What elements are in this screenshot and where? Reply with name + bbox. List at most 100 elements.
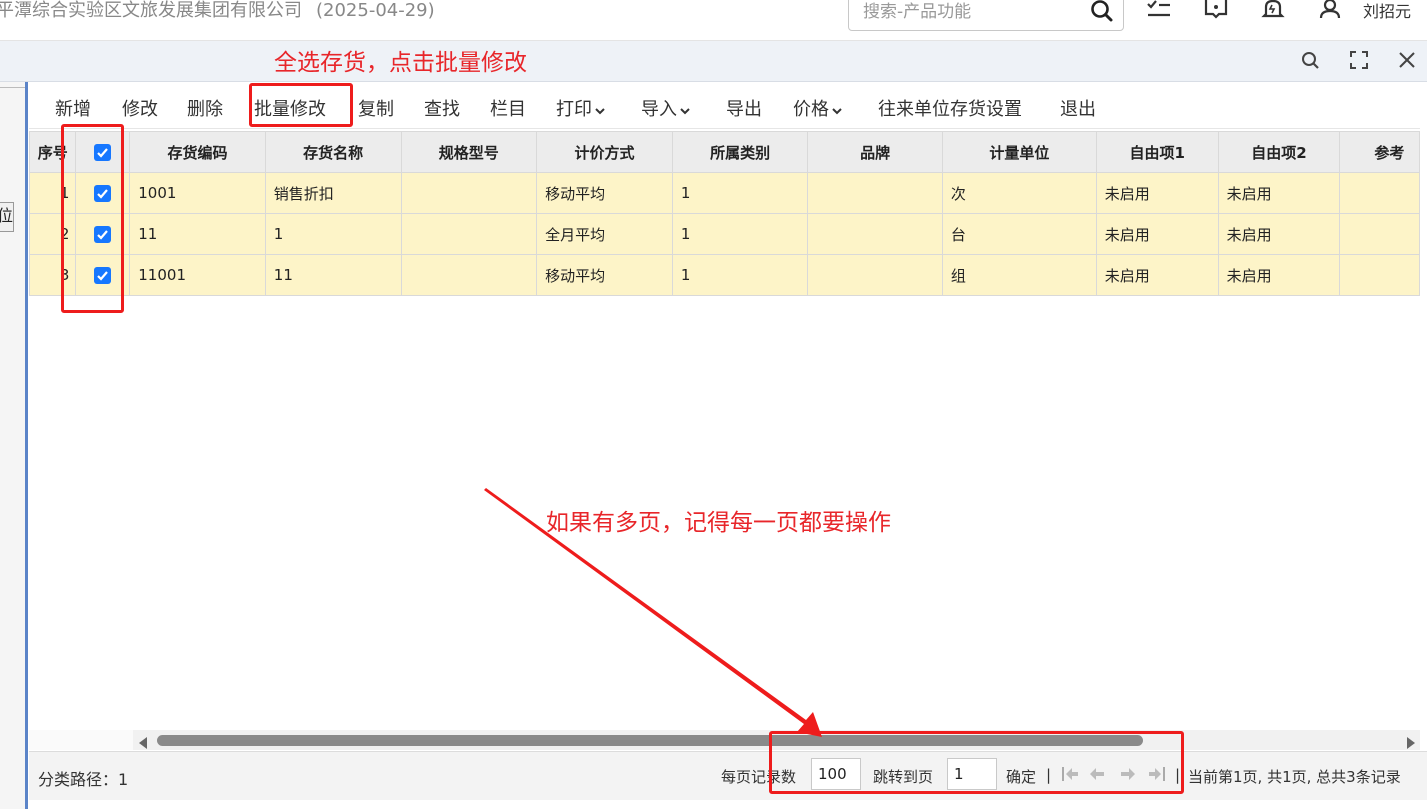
goto-page-input[interactable] [947,758,997,790]
row-category[interactable]: 1 [671,254,809,296]
goto-page-label: 跳转到页 [873,768,934,786]
add-button[interactable]: 新增 [55,95,91,121]
row-checkbox[interactable] [94,226,112,243]
column-header-seq[interactable]: 序号 [29,131,77,173]
column-header-reference[interactable]: 参考 [1339,131,1420,173]
table-row[interactable]: 2 11 1 全月平均 1 台 未启用 未启用 [29,213,1420,255]
column-header-free2[interactable]: 自由项2 [1217,131,1341,173]
row-reference[interactable] [1339,172,1420,214]
panel-search-icon[interactable] [1300,50,1322,76]
search-input[interactable] [861,0,1085,27]
page-status: 当前第1页, 共1页, 总共3条记录 [1188,768,1401,786]
row-pricing[interactable]: 全月平均 [536,213,673,255]
row-select-cell[interactable] [75,172,131,214]
row-name[interactable]: 11 [264,254,402,296]
export-button[interactable]: 导出 [726,95,762,121]
column-header-code[interactable]: 存货编码 [129,131,266,173]
columns-button[interactable]: 栏目 [490,95,526,121]
column-header-name[interactable]: 存货名称 [264,131,402,173]
table-row[interactable]: 3 11001 11 移动平均 1 组 未启用 未启用 [29,254,1420,296]
prev-page-icon[interactable] [1088,765,1106,787]
column-header-spec[interactable]: 规格型号 [400,131,538,173]
table-row[interactable]: 1 1001 销售折扣 移动平均 1 次 未启用 未启用 [29,172,1420,214]
row-free2[interactable]: 未启用 [1217,254,1341,296]
panel-title-bar [0,41,1427,82]
company-title: 平潭综合实验区文旅发展集团有限公司 (2025-04-29) [0,0,435,22]
batch-edit-button[interactable]: 批量修改 [254,95,326,121]
user-avatar-icon[interactable] [1318,0,1342,28]
row-pricing[interactable]: 移动平均 [536,172,673,214]
row-checkbox[interactable] [94,185,112,202]
price-label: 价格 [793,99,829,120]
row-category[interactable]: 1 [671,172,809,214]
edit-button[interactable]: 修改 [122,95,158,121]
column-header-pricing[interactable]: 计价方式 [536,131,673,173]
close-icon[interactable] [1397,50,1417,74]
first-page-icon[interactable] [1060,765,1080,787]
print-menu[interactable]: 打印 [556,95,606,121]
select-all-checkbox[interactable] [94,144,112,161]
next-page-icon[interactable] [1119,765,1137,787]
row-code[interactable]: 11 [129,213,266,255]
scroll-spacer [29,730,133,750]
search-icon[interactable] [1089,0,1115,28]
column-header-free1[interactable]: 自由项1 [1095,131,1219,173]
row-unit[interactable]: 台 [941,213,1097,255]
row-name[interactable]: 1 [264,213,402,255]
row-pricing[interactable]: 移动平均 [536,254,673,296]
column-header-unit[interactable]: 计量单位 [941,131,1097,173]
username[interactable]: 刘招元 [1363,0,1411,22]
row-checkbox[interactable] [94,267,112,284]
row-name[interactable]: 销售折扣 [264,172,402,214]
row-code[interactable]: 1001 [129,172,266,214]
row-free2[interactable]: 未启用 [1217,172,1341,214]
import-menu[interactable]: 导入 [641,95,691,121]
row-unit[interactable]: 次 [941,172,1097,214]
row-spec[interactable] [400,172,538,214]
fullscreen-icon[interactable] [1349,50,1369,74]
row-category[interactable]: 1 [671,213,809,255]
annotation-multi-page: 如果有多页，记得每一页都要操作 [546,510,891,536]
partner-inventory-settings-button[interactable]: 往来单位存货设置 [878,95,1022,121]
login-date: (2025-04-29) [316,0,435,21]
search-box[interactable] [848,0,1124,31]
row-code[interactable]: 11001 [129,254,266,296]
scrollbar-thumb[interactable] [157,735,1143,746]
delete-button[interactable]: 删除 [187,95,223,121]
category-path: 分类路径：1 [38,770,129,789]
top-bar: 平潭综合实验区文旅发展集团有限公司 (2025-04-29) 刘招元 [0,0,1427,41]
chevron-down-icon [594,100,606,121]
todo-list-icon[interactable] [1145,0,1173,28]
row-seq: 2 [29,213,77,255]
chevron-down-icon [679,100,691,121]
toolbar: 新增 修改 删除 批量修改 复制 查找 栏目 打印 导入 导出 价格 往来单位存… [29,86,1420,129]
row-select-cell[interactable] [75,254,131,296]
row-free1[interactable]: 未启用 [1095,172,1219,214]
notification-bell-icon[interactable] [1260,0,1286,28]
row-free1[interactable]: 未启用 [1095,254,1219,296]
confirm-button[interactable]: 确定 [1006,766,1036,787]
category-panel-button[interactable]: 位 [0,202,14,232]
row-brand[interactable] [807,213,943,255]
horizontal-scrollbar[interactable] [133,730,1420,750]
find-button[interactable]: 查找 [424,95,460,121]
row-unit[interactable]: 组 [941,254,1097,296]
row-reference[interactable] [1339,213,1420,255]
last-page-icon[interactable] [1147,765,1167,787]
row-spec[interactable] [400,213,538,255]
row-brand[interactable] [807,172,943,214]
row-spec[interactable] [400,254,538,296]
row-free1[interactable]: 未启用 [1095,213,1219,255]
column-header-select-all[interactable] [75,131,131,173]
column-header-category[interactable]: 所属类别 [671,131,809,173]
row-reference[interactable] [1339,254,1420,296]
column-header-brand[interactable]: 品牌 [807,131,943,173]
row-free2[interactable]: 未启用 [1217,213,1341,255]
copy-button[interactable]: 复制 [358,95,394,121]
price-menu[interactable]: 价格 [793,95,843,121]
row-brand[interactable] [807,254,943,296]
help-book-icon[interactable] [1203,0,1229,28]
row-select-cell[interactable] [75,213,131,255]
per-page-input[interactable] [811,758,861,790]
exit-button[interactable]: 退出 [1060,95,1096,121]
